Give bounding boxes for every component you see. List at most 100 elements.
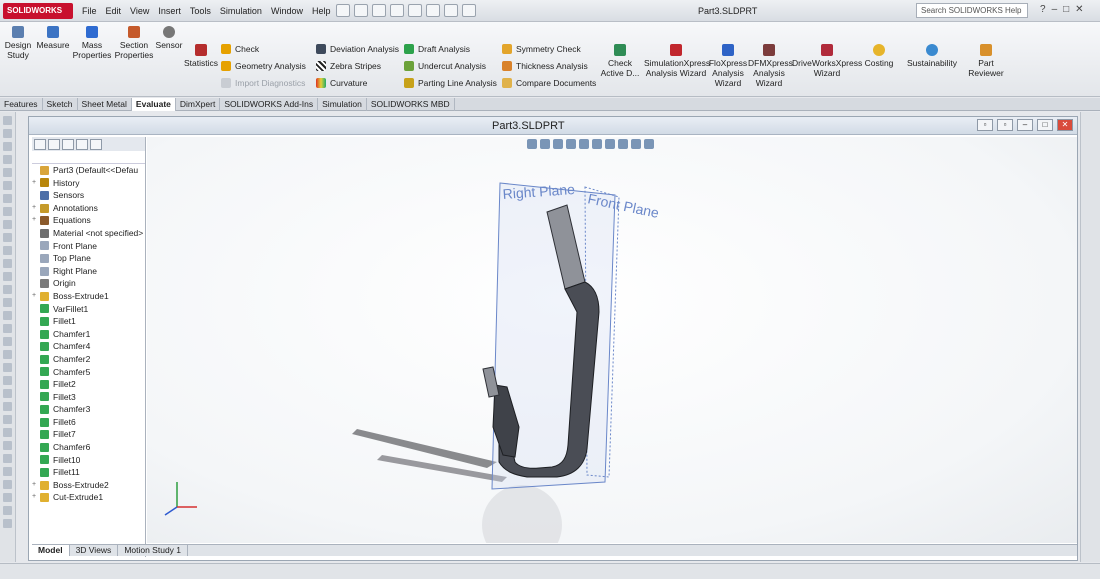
display-style-icon[interactable] (592, 139, 602, 149)
driveworksxpress-button[interactable]: DriveWorksXpress Wizard (792, 44, 862, 78)
tab-sketch[interactable]: Sketch (43, 98, 78, 111)
tree-item[interactable]: Part3 (Default<<Defau (32, 164, 145, 177)
tree-item[interactable]: Fillet3 (32, 391, 145, 404)
tool-icon[interactable] (3, 233, 12, 242)
expand-icon[interactable]: + (32, 479, 40, 492)
menu-help[interactable]: Help (312, 6, 331, 16)
tab-3d-views[interactable]: 3D Views (70, 545, 119, 556)
geometry-analysis-button[interactable]: Geometry Analysis (221, 61, 306, 71)
tool-icon[interactable] (3, 480, 12, 489)
tree-item[interactable]: + Cut-Extrude1 (32, 491, 145, 504)
tool-icon[interactable] (3, 493, 12, 502)
maximize-icon[interactable]: □ (1037, 119, 1053, 131)
statistics-button[interactable]: Statistics (184, 44, 218, 68)
tool-icon[interactable] (3, 376, 12, 385)
property-manager-tab-icon[interactable] (48, 139, 60, 150)
tree-item[interactable]: Chamfer2 (32, 353, 145, 366)
expand-icon[interactable]: + (32, 202, 40, 215)
tool-icon[interactable] (3, 142, 12, 151)
minimize-icon[interactable]: – (1017, 119, 1033, 131)
tree-item[interactable]: Sensors (32, 189, 145, 202)
menu-insert[interactable]: Insert (158, 6, 181, 16)
tree-filter-input[interactable] (32, 153, 145, 164)
tool-icon[interactable] (3, 207, 12, 216)
expand-icon[interactable]: + (32, 491, 40, 504)
tree-item[interactable]: Fillet2 (32, 378, 145, 391)
tool-icon[interactable] (3, 324, 12, 333)
tree-item[interactable]: Front Plane (32, 240, 145, 253)
tree-item[interactable]: Chamfer1 (32, 328, 145, 341)
section-properties-button[interactable]: Section Properties (114, 26, 154, 60)
tool-icon[interactable] (3, 129, 12, 138)
expand-icon[interactable]: + (32, 177, 40, 190)
tree-item[interactable]: Fillet6 (32, 416, 145, 429)
design-study-button[interactable]: Design Study (4, 26, 32, 60)
parting-line-analysis-button[interactable]: Parting Line Analysis (404, 78, 497, 88)
sustainability-button[interactable]: Sustainability (902, 44, 962, 68)
tab-addins[interactable]: SOLIDWORKS Add-Ins (220, 98, 319, 111)
tree-item[interactable]: Fillet10 (32, 454, 145, 467)
tool-icon[interactable] (3, 311, 12, 320)
tool-icon[interactable] (3, 220, 12, 229)
solidworks-logo[interactable]: SOLIDWORKS (3, 3, 73, 19)
tool-icon[interactable] (3, 285, 12, 294)
zoom-fit-icon[interactable] (527, 139, 537, 149)
feature-tree-tab-icon[interactable] (34, 139, 46, 150)
save-icon[interactable] (372, 4, 386, 17)
previous-view-icon[interactable] (553, 139, 563, 149)
tab-simulation[interactable]: Simulation (318, 98, 367, 111)
tree-item[interactable]: + Boss-Extrude1 (32, 290, 145, 303)
tool-icon[interactable] (3, 272, 12, 281)
search-input[interactable]: Search SOLIDWORKS Help (916, 3, 1028, 18)
configuration-tab-icon[interactable] (62, 139, 74, 150)
tree-item[interactable]: Fillet7 (32, 428, 145, 441)
tree-item[interactable]: Fillet11 (32, 466, 145, 479)
tree-item[interactable]: + Boss-Extrude2 (32, 479, 145, 492)
tab-evaluate[interactable]: Evaluate (131, 98, 176, 111)
tool-icon[interactable] (3, 259, 12, 268)
scene-icon[interactable] (631, 139, 641, 149)
measure-button[interactable]: Measure (36, 26, 70, 50)
dfmxpress-button[interactable]: DFMXpress Analysis Wizard (748, 44, 793, 88)
zebra-stripes-button[interactable]: Zebra Stripes (316, 61, 381, 71)
menu-simulation[interactable]: Simulation (220, 6, 262, 16)
tool-icon[interactable] (3, 428, 12, 437)
tab-dimxpert[interactable]: DimXpert (176, 98, 221, 111)
tree-item[interactable]: Chamfer3 (32, 403, 145, 416)
tool-icon[interactable] (3, 337, 12, 346)
tool-icon[interactable] (3, 402, 12, 411)
tab-model[interactable]: Model (32, 545, 70, 556)
tree-item[interactable]: VarFillet1 (32, 303, 145, 316)
tab-features[interactable]: Features (0, 98, 43, 111)
print-icon[interactable] (390, 4, 404, 17)
thickness-analysis-button[interactable]: Thickness Analysis (502, 61, 588, 71)
mass-properties-button[interactable]: Mass Properties (72, 26, 112, 60)
select-icon[interactable] (426, 4, 440, 17)
menu-window[interactable]: Window (271, 6, 303, 16)
help-icon[interactable]: ? (1040, 4, 1046, 15)
tool-icon[interactable] (3, 298, 12, 307)
hide-show-icon[interactable] (605, 139, 615, 149)
tree-item[interactable]: Material <not specified> (32, 227, 145, 240)
options-icon[interactable] (462, 4, 476, 17)
floxpress-button[interactable]: FloXpress Analysis Wizard (708, 44, 748, 88)
tree-item[interactable]: Chamfer4 (32, 340, 145, 353)
compare-documents-button[interactable]: Compare Documents (502, 78, 596, 88)
tile-icon[interactable]: ▫ (997, 119, 1013, 131)
zoom-area-icon[interactable] (540, 139, 550, 149)
tool-icon[interactable] (3, 155, 12, 164)
tab-motion-study[interactable]: Motion Study 1 (118, 545, 189, 556)
open-icon[interactable] (354, 4, 368, 17)
check-active-button[interactable]: Check Active D... (598, 44, 642, 78)
menu-file[interactable]: File (82, 6, 97, 16)
check-button[interactable]: Check (221, 44, 259, 54)
tool-icon[interactable] (3, 454, 12, 463)
menu-view[interactable]: View (130, 6, 149, 16)
tree-item[interactable]: Origin (32, 277, 145, 290)
tree-item[interactable]: Chamfer6 (32, 441, 145, 454)
draft-analysis-button[interactable]: Draft Analysis (404, 44, 470, 54)
new-icon[interactable] (336, 4, 350, 17)
minimize-icon[interactable]: – (1052, 4, 1058, 15)
costing-button[interactable]: Costing (860, 44, 898, 68)
graphics-area[interactable]: Right Plane Front Plane (147, 137, 1077, 543)
